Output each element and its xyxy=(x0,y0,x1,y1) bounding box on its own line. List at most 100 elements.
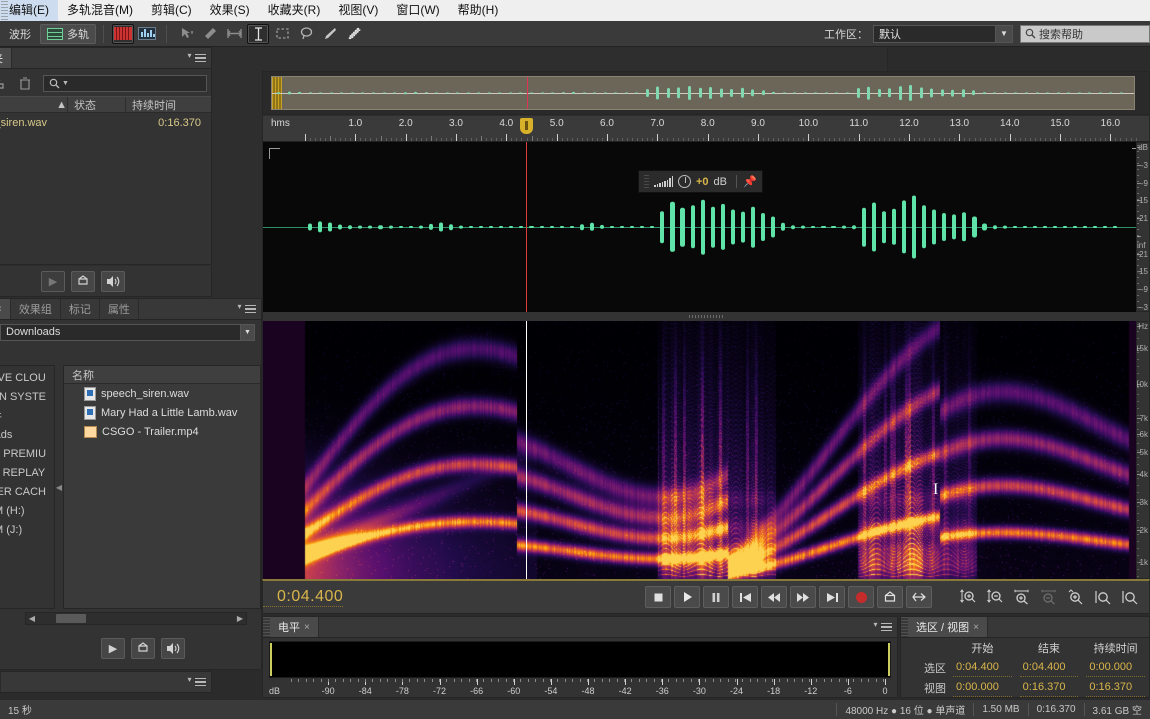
delete-favorite-icon[interactable] xyxy=(15,74,35,92)
waveform-display[interactable]: +0 dB 📌 xyxy=(262,142,1150,312)
overview-track[interactable] xyxy=(271,76,1135,110)
stop-button[interactable] xyxy=(645,586,671,608)
time-selection-tool-button[interactable] xyxy=(223,24,245,44)
file-list-horizontal-scrollbar[interactable]: ◀ ▶ xyxy=(25,612,247,625)
timeline-ruler[interactable]: hms 1.0 2.0 3.0 4.0 5.0 6.0 7.0 8.0 9.0 10.0 11.0 1… xyxy=(262,116,1150,142)
menu-item-clip[interactable]: 剪辑(C) xyxy=(142,0,201,21)
menu-item-help[interactable]: 帮助(H) xyxy=(449,0,508,21)
preview-volume-button[interactable] xyxy=(161,637,185,659)
gain-value[interactable]: +0 xyxy=(696,176,709,188)
preview-loop-button[interactable] xyxy=(131,637,155,659)
column-status[interactable]: 状态 xyxy=(67,97,125,112)
menu-item-edit[interactable]: 编辑(E) xyxy=(0,0,58,21)
current-time-display[interactable]: 0:04.400 xyxy=(263,588,344,607)
pin-icon[interactable]: 📌 xyxy=(736,175,757,188)
list-item[interactable]: speech_siren.wav xyxy=(64,384,260,403)
workspace-select[interactable]: 默认 ▼ xyxy=(873,24,1013,43)
playhead-marker[interactable] xyxy=(519,118,533,134)
levels-panel-menu-button[interactable] xyxy=(874,617,897,637)
move-tool-button[interactable] xyxy=(175,24,197,44)
zoom-out-amplitude-button[interactable] xyxy=(985,588,1004,607)
scrollbar-thumb[interactable] xyxy=(56,614,86,623)
list-item[interactable]: CSGO - Trailer.mp4 xyxy=(64,422,260,441)
razor-tool-button[interactable] xyxy=(247,23,269,44)
tab-levels[interactable]: 电平 × xyxy=(270,617,319,637)
selection-end-value[interactable]: 0:04.400 xyxy=(1019,659,1079,677)
panel-grip[interactable] xyxy=(263,617,270,637)
files-panel-menu-button[interactable] xyxy=(238,299,261,319)
video-panel-menu-button[interactable] xyxy=(188,672,211,692)
menu-item-effects[interactable]: 效果(S) xyxy=(201,0,259,21)
slip-tool-button[interactable] xyxy=(199,24,221,44)
gain-overlay-grip[interactable] xyxy=(644,175,649,188)
loop-playback-button[interactable] xyxy=(877,586,903,608)
move-playhead-to-previous-button[interactable] xyxy=(732,586,758,608)
view-start-value[interactable]: 0:00.000 xyxy=(953,679,1012,697)
gain-knob[interactable] xyxy=(678,175,691,188)
waveform-top-left-handle[interactable] xyxy=(269,148,280,159)
multitrack-mode-button[interactable]: 多轨 xyxy=(40,23,96,44)
close-icon[interactable]: × xyxy=(973,622,979,633)
zoom-out-time-button[interactable] xyxy=(1039,588,1058,607)
tab-properties[interactable]: 属性 xyxy=(100,299,139,319)
marquee-selection-tool-button[interactable] xyxy=(271,24,293,44)
close-icon[interactable]: × xyxy=(0,304,2,315)
column-duration[interactable]: 持续时间 xyxy=(125,97,211,112)
tree-item-8[interactable]: CD-ROM (J:) xyxy=(0,520,54,539)
browser-splitter-handle[interactable]: ◀ xyxy=(55,365,63,609)
tree-item-4[interactable]: DESIGN PREMIU xyxy=(0,444,54,463)
play-button[interactable] xyxy=(674,586,700,608)
panel-grip[interactable] xyxy=(901,617,908,637)
record-button[interactable] xyxy=(848,586,874,608)
content-folder-select[interactable]: Downloads ▼ xyxy=(0,323,255,341)
spectral-playhead[interactable] xyxy=(526,321,528,579)
list-item[interactable]: Mary Had a Little Lamb.wav xyxy=(64,403,260,422)
spot-healing-brush-tool-button[interactable] xyxy=(343,24,365,44)
rewind-button[interactable] xyxy=(761,586,787,608)
zoom-to-selection-out-point-button[interactable] xyxy=(1120,588,1139,607)
scroll-right-icon[interactable]: ▶ xyxy=(234,614,246,623)
waveform-spectral-splitter[interactable] xyxy=(262,312,1150,321)
favorites-panel-menu-button[interactable] xyxy=(188,48,211,68)
tab-favorites[interactable]: 收藏夹 xyxy=(0,48,12,68)
tree-item-0[interactable]: CREATIVE CLOU xyxy=(0,368,54,387)
menu-item-window[interactable]: 窗口(W) xyxy=(387,0,448,21)
waveform-view-button[interactable] xyxy=(112,23,134,44)
waveform-playhead[interactable] xyxy=(526,142,528,312)
zoom-in-time-button[interactable] xyxy=(1012,588,1031,607)
view-duration-value[interactable]: 0:16.370 xyxy=(1086,679,1145,697)
menu-item-view[interactable]: 视图(V) xyxy=(329,0,387,21)
tab-effects-rack[interactable]: 效果组 xyxy=(11,299,61,319)
spectral-frequency-display[interactable]: I xyxy=(262,321,1150,579)
tree-item-5[interactable]: ACTION REPLAY xyxy=(0,463,54,482)
panel-grip[interactable] xyxy=(1,1,8,22)
favorites-play-button[interactable]: ▶ xyxy=(41,270,65,292)
overview-navigator[interactable] xyxy=(262,71,1150,115)
preview-play-button[interactable]: ▶ xyxy=(101,637,125,659)
waveform-mode-button[interactable]: 波形 xyxy=(2,24,38,44)
fast-forward-button[interactable] xyxy=(790,586,816,608)
tree-item-1[interactable]: DOLPHIN SYSTE xyxy=(0,387,54,406)
tab-video[interactable]: 视频 xyxy=(0,672,1,692)
paintbrush-selection-tool-button[interactable] xyxy=(319,24,341,44)
favorites-loop-button[interactable] xyxy=(71,270,95,292)
view-end-value[interactable]: 0:16.370 xyxy=(1019,679,1079,697)
zoom-to-selection-in-point-button[interactable] xyxy=(1093,588,1112,607)
tab-markers[interactable]: 标记 xyxy=(61,299,100,319)
menu-item-favorites[interactable]: 收藏夹(R) xyxy=(259,0,330,21)
scroll-left-icon[interactable]: ◀ xyxy=(26,614,38,623)
overview-playhead[interactable] xyxy=(527,77,529,109)
amplitude-db-ruler[interactable]: dB -3 -9 -15 -21 -inf -21 -15 -9 -3 xyxy=(1136,142,1150,312)
tab-files[interactable]: 文件 × xyxy=(0,299,11,319)
folder-tree[interactable]: CREATIVE CLOU DOLPHIN SYSTE 素材文件 Downloa… xyxy=(0,365,55,609)
tree-item-7[interactable]: CD-ROM (H:) xyxy=(0,501,54,520)
gain-overlay[interactable]: +0 dB 📌 xyxy=(638,170,763,193)
selection-start-value[interactable]: 0:04.400 xyxy=(953,659,1012,677)
favorites-volume-button[interactable] xyxy=(101,270,125,292)
skip-selection-button[interactable] xyxy=(906,586,932,608)
zoom-in-amplitude-button[interactable] xyxy=(958,588,977,607)
close-icon[interactable]: × xyxy=(304,622,310,633)
sort-ascending-icon[interactable]: ▲ xyxy=(0,99,67,111)
favorites-search-input[interactable]: ▼ xyxy=(43,74,207,92)
tree-item-3[interactable]: Downloads xyxy=(0,425,54,444)
